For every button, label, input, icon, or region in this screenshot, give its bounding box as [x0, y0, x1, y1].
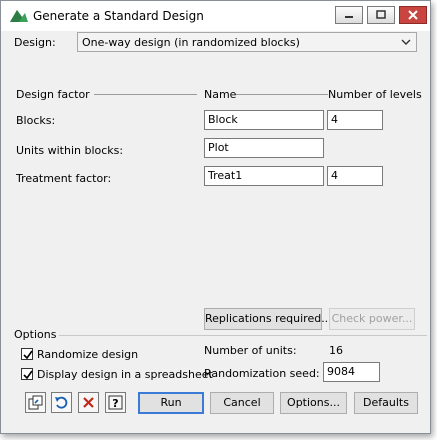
minimize-icon	[345, 16, 353, 18]
header-divider	[94, 94, 197, 95]
svg-text:?: ?	[112, 397, 118, 410]
treatment-factor-label: Treatment factor:	[16, 172, 112, 185]
display-spreadsheet-label: Display design in a spreadsheet	[37, 368, 213, 381]
blocks-levels-input[interactable]: 4	[327, 110, 383, 130]
design-select[interactable]: One-way design (in randomized blocks)	[77, 32, 417, 52]
randomize-design-checkbox[interactable]	[21, 348, 33, 360]
number-of-units-label: Number of units:	[204, 344, 297, 357]
cancel-button[interactable]: Cancel	[210, 392, 274, 414]
maximize-button[interactable]	[367, 6, 395, 24]
maximize-icon	[376, 10, 386, 19]
blocks-label: Blocks:	[16, 114, 56, 127]
randomization-seed-input[interactable]: 9084	[323, 362, 380, 382]
title-bar: Generate a Standard Design	[1, 1, 430, 31]
randomization-seed-label: Randomization seed:	[204, 367, 320, 380]
copy-to-input-icon	[28, 395, 43, 410]
treatment-levels-input[interactable]: 4	[327, 166, 383, 186]
clear-button[interactable]	[78, 392, 99, 413]
blocks-name-input[interactable]: Block	[204, 110, 324, 130]
run-button[interactable]: Run	[138, 392, 204, 414]
randomize-design-label: Randomize design	[37, 348, 139, 361]
copy-to-input-button[interactable]	[25, 392, 46, 413]
restore-icon	[55, 396, 68, 409]
options-divider	[59, 335, 427, 336]
header-design-factor: Design factor	[16, 88, 90, 101]
units-name-input[interactable]: Plot	[204, 138, 324, 158]
replications-required-button[interactable]: Replications required...	[204, 308, 332, 330]
dialog-window: Generate a Standard Design Design: One-w…	[0, 0, 431, 434]
help-button[interactable]: ?	[105, 392, 126, 413]
app-logo-icon	[10, 8, 28, 25]
checkmark-icon	[23, 350, 33, 360]
window-title: Generate a Standard Design	[33, 9, 204, 23]
options-group-title: Options	[14, 328, 57, 341]
minimize-button[interactable]	[335, 6, 363, 24]
header-divider	[236, 94, 328, 95]
close-icon	[408, 10, 418, 20]
design-select-value: One-way design (in randomized blocks)	[82, 36, 300, 49]
design-label: Design:	[14, 36, 56, 49]
check-power-button[interactable]: Check power...	[329, 308, 415, 330]
help-icon: ?	[108, 395, 123, 410]
display-spreadsheet-checkbox[interactable]	[21, 368, 33, 380]
defaults-button[interactable]: Defaults	[354, 392, 418, 414]
units-within-blocks-label: Units within blocks:	[16, 144, 124, 157]
number-of-units-value: 16	[329, 344, 343, 357]
restore-button[interactable]	[51, 392, 72, 413]
header-name: Name	[204, 88, 237, 101]
checkmark-icon	[23, 370, 33, 380]
options-button[interactable]: Options...	[280, 392, 347, 414]
header-number-of-levels: Number of levels	[328, 88, 422, 101]
clear-icon	[83, 397, 94, 408]
treatment-name-input[interactable]: Treat1	[204, 166, 324, 186]
chevron-down-icon	[400, 35, 412, 52]
close-window-button[interactable]	[399, 6, 427, 24]
